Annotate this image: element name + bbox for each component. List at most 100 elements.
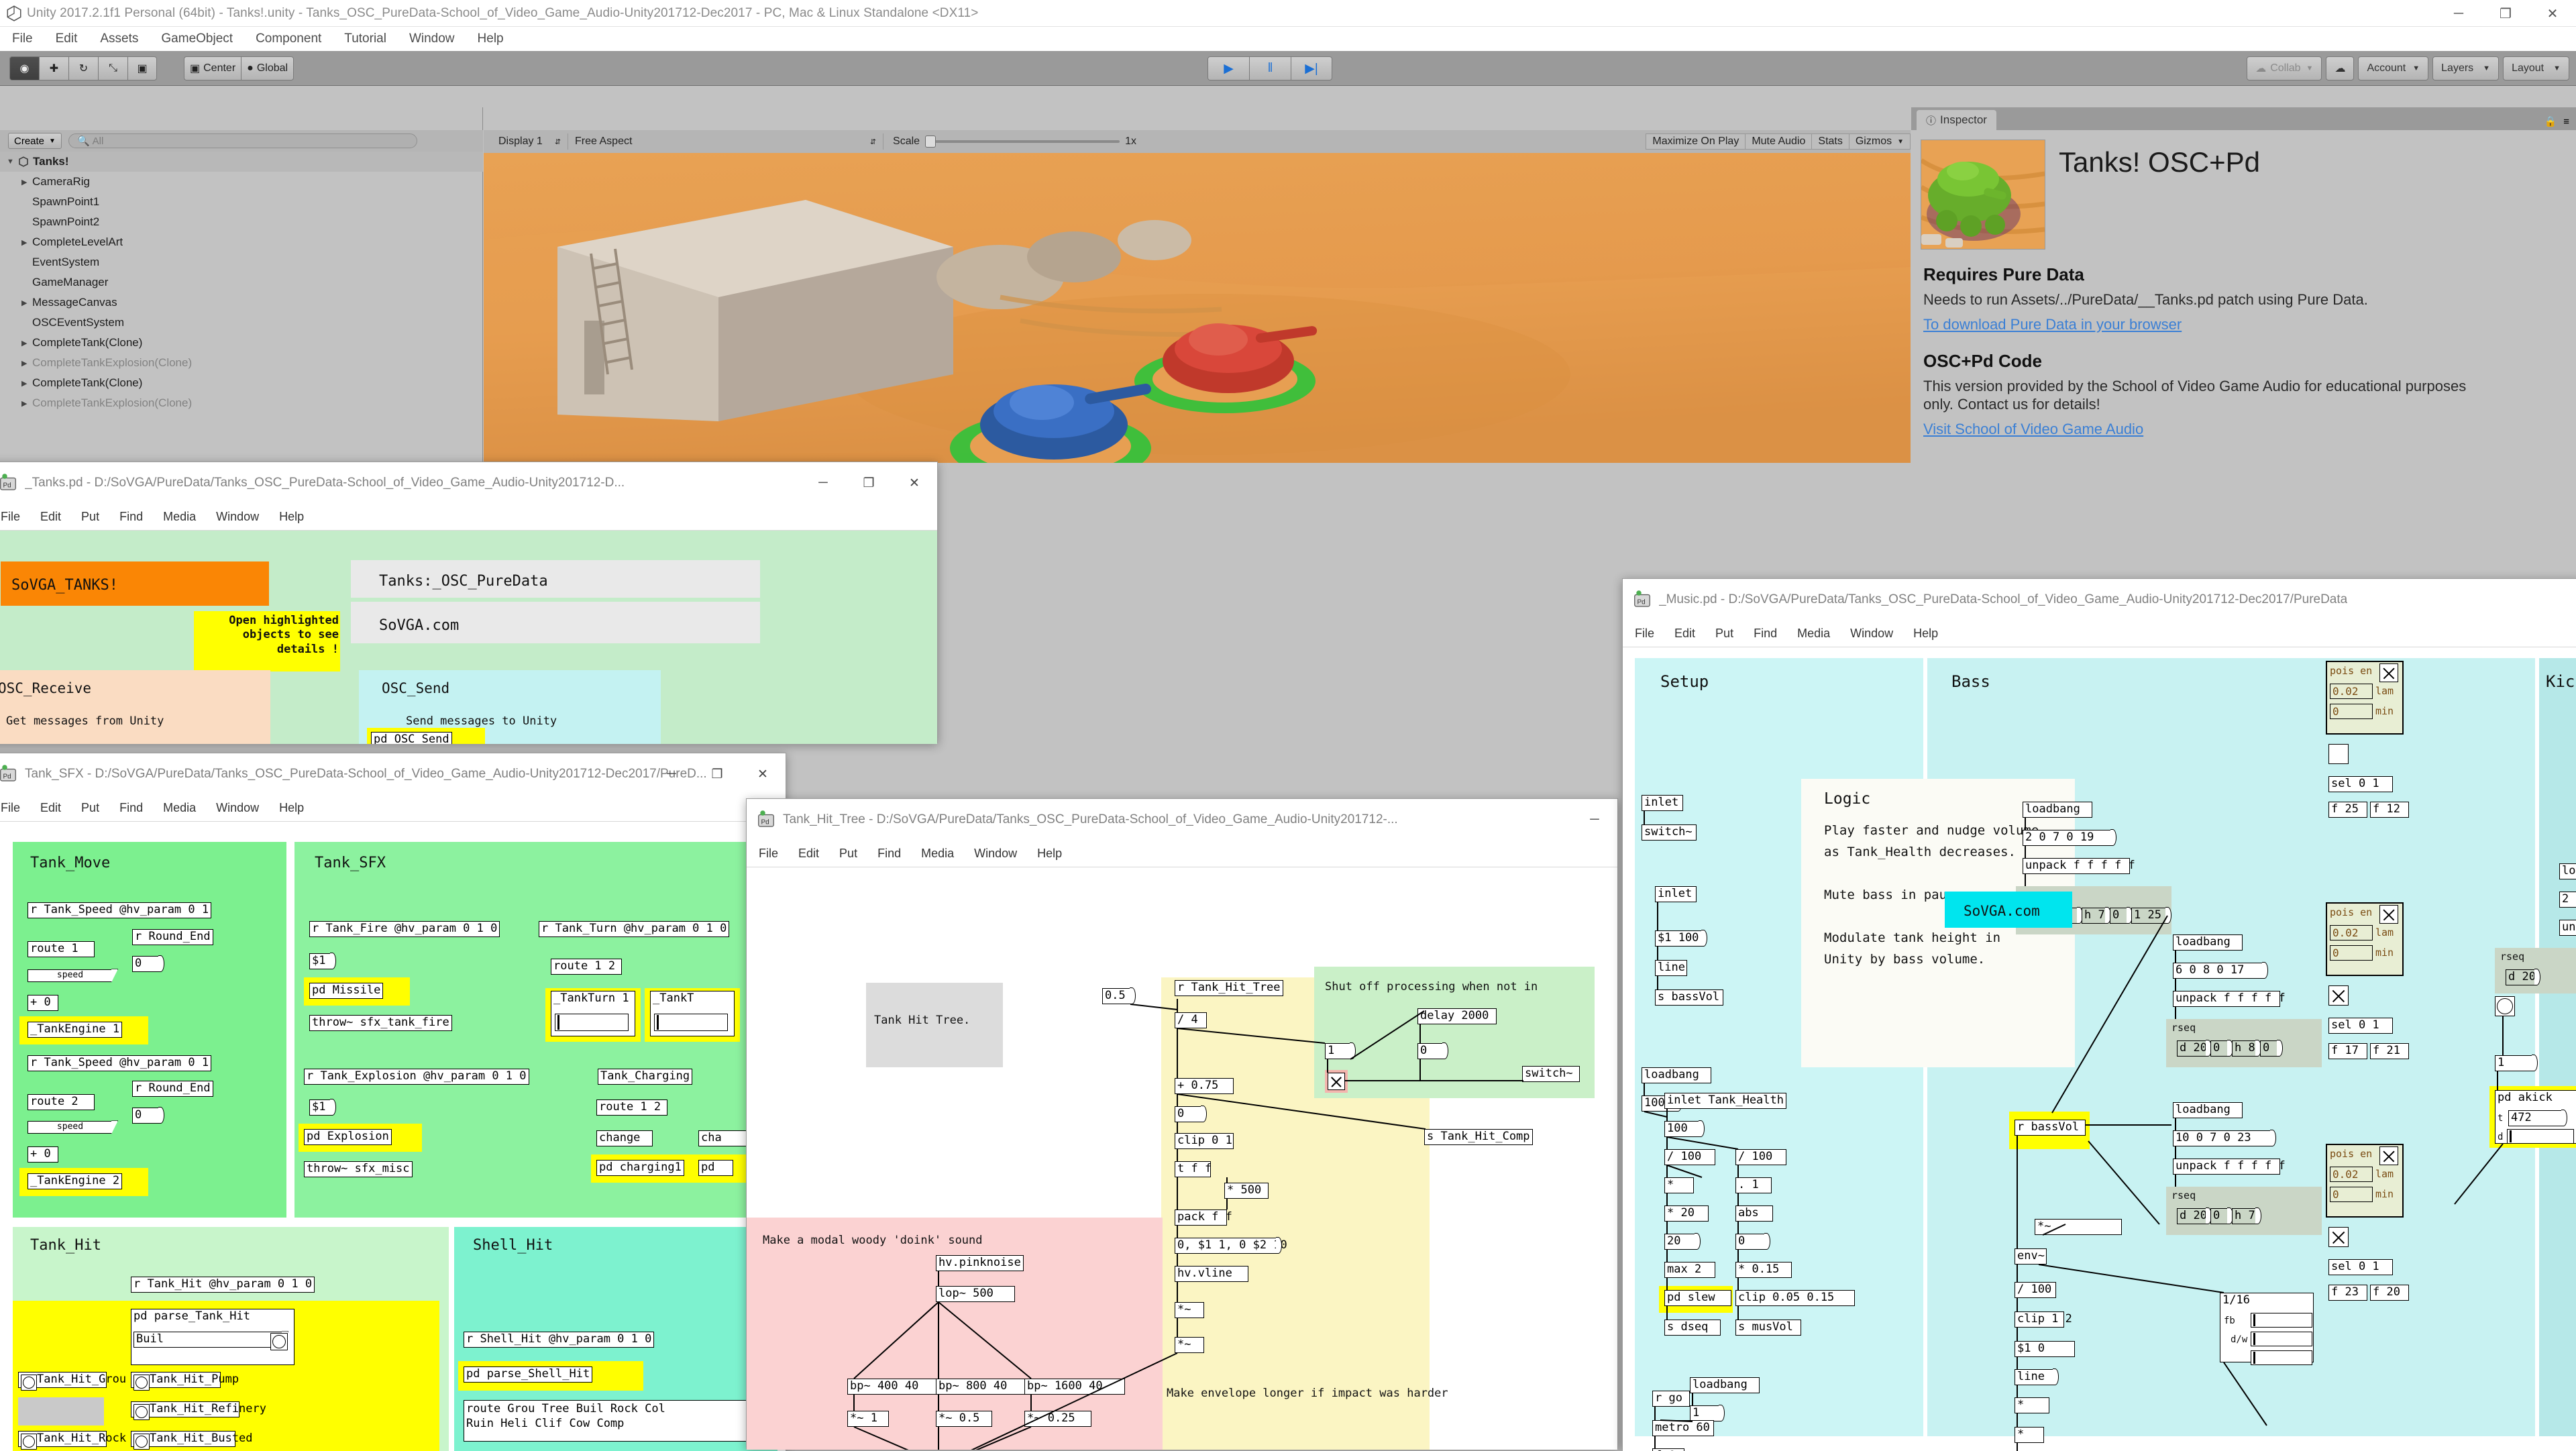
pd-menu-item-file[interactable]: File bbox=[1635, 627, 1654, 641]
create-button[interactable]: Create ▼ bbox=[8, 133, 62, 149]
obj-r-tank-turn[interactable]: r Tank_Turn @hv_param 0 1 0 bbox=[539, 921, 730, 937]
account-button[interactable]: Account ▼ bbox=[2358, 56, 2429, 80]
obj-r-round-end-2[interactable]: r Round_End bbox=[132, 1081, 213, 1097]
obj-line[interactable]: line bbox=[1655, 960, 1687, 976]
obj-plus-0-1[interactable]: + 0 bbox=[28, 995, 58, 1011]
obj-mult-025[interactable]: *~ 0.25 bbox=[1024, 1411, 1091, 1427]
obj-loadbang-tick[interactable]: loadbang bbox=[1690, 1377, 1760, 1393]
pois-lambda-number[interactable]: 0.02 bbox=[2330, 1167, 2373, 1182]
hierarchy-item[interactable]: SpawnPoint2 bbox=[0, 212, 483, 232]
close-button[interactable]: ✕ bbox=[740, 753, 786, 795]
obj-delay-2000[interactable]: delay 2000 bbox=[1417, 1008, 1497, 1024]
pd-menu-item-window[interactable]: Window bbox=[216, 801, 259, 815]
obj-f-value-2[interactable]: f 21 bbox=[2370, 1043, 2409, 1059]
atom-buil[interactable]: Buil bbox=[133, 1332, 282, 1348]
obj-clip-1-2[interactable]: $1 0 bbox=[2015, 1341, 2075, 1357]
obj-hv-pinknoise[interactable]: hv.pinknoise bbox=[936, 1255, 1024, 1271]
obj-unpack-1[interactable]: unpack f f f f f bbox=[2023, 858, 2135, 874]
obj-pd-explosion[interactable]: pd Explosion bbox=[304, 1129, 392, 1145]
display-dropdown[interactable]: Display 1 ⇵ bbox=[492, 133, 569, 150]
disclosure-triangle-icon[interactable]: ▶ bbox=[21, 359, 32, 368]
obj-pd-missile[interactable]: pd Missile bbox=[309, 983, 384, 999]
disclosure-triangle-icon[interactable]: ▶ bbox=[21, 299, 32, 307]
obj-loadbang-bass-3[interactable]: loadbang bbox=[2173, 1102, 2243, 1118]
obj-switch-tilde[interactable]: switch~ bbox=[1642, 824, 1697, 841]
pd-menu-item-help[interactable]: Help bbox=[1913, 627, 1938, 641]
pd-sfx-canvas[interactable]: Tank_Move r Tank_Speed @hv_param 0 1 r R… bbox=[0, 822, 786, 1451]
obj-pd-charging2[interactable]: pd bbox=[698, 1160, 733, 1176]
hierarchy-item[interactable]: ▶ CompleteTankExplosion(Clone) bbox=[0, 353, 483, 373]
bang-tank-hit-busted[interactable] bbox=[133, 1434, 150, 1450]
obj-pd-bass[interactable]: r bassVol bbox=[2015, 1120, 2086, 1136]
msg-dollar1-0[interactable]: line bbox=[2015, 1368, 2059, 1385]
msg-rseq-h8-2[interactable]: h 8 bbox=[2232, 1040, 2261, 1057]
transform-tool-4[interactable]: ▣ bbox=[127, 56, 157, 80]
menu-item-gameobject[interactable]: GameObject bbox=[161, 32, 233, 46]
hierarchy-item[interactable]: ▶ CompleteTank(Clone) bbox=[0, 373, 483, 393]
bang-tank-hit-grou[interactable] bbox=[21, 1375, 37, 1391]
slider-fb[interactable] bbox=[2251, 1332, 2312, 1346]
msg-rseq-h7-1[interactable]: h 7 bbox=[2082, 907, 2111, 924]
pd-menu-item-find[interactable]: Find bbox=[119, 801, 143, 815]
obj-bp-1600[interactable]: bp~ 1600 40 bbox=[1024, 1379, 1125, 1395]
pois-min-number[interactable]: 0 bbox=[2330, 1187, 2373, 1202]
obj-pack-f-f[interactable]: pack f f bbox=[1175, 1210, 1232, 1226]
layout-button[interactable]: Layout ▼ bbox=[2503, 56, 2569, 80]
obj-s-tank-hit-comp[interactable]: s Tank_Hit_Comp bbox=[1424, 1129, 1533, 1145]
pivot-button[interactable]: ▣ Center bbox=[184, 56, 241, 80]
pois-lambda-number[interactable]: 0.02 bbox=[2330, 925, 2373, 941]
obj-max-2[interactable]: max 2 bbox=[1664, 1262, 1715, 1278]
obj-s-musvol[interactable]: s musVol bbox=[1735, 1320, 1801, 1336]
msg-rseq-125-1[interactable]: 1 25 bbox=[2131, 907, 2171, 924]
minimize-button[interactable]: ─ bbox=[2435, 0, 2482, 27]
menu-item-edit[interactable]: Edit bbox=[56, 32, 78, 46]
msg-0-a[interactable]: 0 bbox=[1175, 1106, 1207, 1122]
obj-div-100-a[interactable]: / 100 bbox=[1664, 1149, 1715, 1165]
msg-0-5[interactable]: 0.5 bbox=[1102, 987, 1136, 1004]
msg-10-0-7-0-23[interactable]: 10 0 7 0 23 bbox=[2173, 1130, 2276, 1146]
tankturn2-slider[interactable] bbox=[654, 1014, 728, 1031]
obj-r-round-end-1[interactable]: r Round_End bbox=[132, 929, 213, 945]
obj-metro-60[interactable]: metro 60 bbox=[1652, 1420, 1714, 1436]
obj-plus-075[interactable]: + 0.75 bbox=[1175, 1078, 1234, 1094]
obj-mult-20[interactable]: * 20 bbox=[1664, 1205, 1709, 1222]
obj-tankengine-1[interactable]: _TankEngine 1 bbox=[28, 1022, 123, 1038]
disclosure-triangle-icon[interactable]: ▶ bbox=[21, 178, 32, 186]
obj-lop-500[interactable]: lop~ 500 bbox=[936, 1286, 1015, 1302]
pois-min-number[interactable]: 0 bbox=[2330, 945, 2373, 961]
obj-inlet-1[interactable]: inlet bbox=[1642, 795, 1683, 811]
pd-tanks-canvas[interactable]: SoVGA_TANKS! Tanks:_OSC_PureData SoVGA.c… bbox=[0, 531, 937, 744]
transform-tool-2[interactable]: ↻ bbox=[68, 56, 98, 80]
pd-menu-item-media[interactable]: Media bbox=[921, 847, 954, 861]
obj-mult-05[interactable]: *~ 0.5 bbox=[936, 1411, 992, 1427]
pois-toggle[interactable] bbox=[2379, 905, 2398, 924]
inspector-section-link[interactable]: Visit School of Video Game Audio bbox=[1923, 421, 2143, 438]
disclosure-triangle-icon[interactable]: ▶ bbox=[21, 379, 32, 388]
toggle-switch[interactable] bbox=[1328, 1073, 1345, 1090]
menu-item-component[interactable]: Component bbox=[256, 32, 321, 46]
obj-mult-sig-1[interactable]: *~ bbox=[1175, 1302, 1204, 1318]
msg-rseq-20-kick[interactable]: d 20 bbox=[2506, 969, 2540, 985]
lock-icon[interactable]: 🔒 bbox=[2544, 115, 2557, 127]
obj-f-value-1[interactable]: f 17 bbox=[2328, 1043, 2367, 1059]
pd-menu-item-file[interactable]: File bbox=[1, 801, 20, 815]
obj-r-tank-explosion[interactable]: r Tank_Explosion @hv_param 0 1 0 bbox=[304, 1069, 529, 1085]
menu-item-help[interactable]: Help bbox=[478, 32, 504, 46]
obj-minus-1[interactable]: . 1 bbox=[1735, 1177, 1772, 1193]
obj-mult-tilde[interactable]: env~ bbox=[2015, 1248, 2047, 1265]
scale-slider-knob[interactable] bbox=[925, 136, 936, 148]
tankturn1-slider[interactable] bbox=[555, 1014, 629, 1031]
obj-f-value-1[interactable]: f 23 bbox=[2328, 1285, 2367, 1301]
pd-menu-item-media[interactable]: Media bbox=[163, 801, 196, 815]
pois-output-toggle[interactable] bbox=[2328, 1227, 2349, 1247]
pd-menu-item-file[interactable]: File bbox=[1, 510, 20, 524]
obj-loadbang-bass-1[interactable]: loadbang bbox=[2023, 802, 2092, 818]
pd-menu-item-find[interactable]: Find bbox=[119, 510, 143, 524]
pois-output-toggle[interactable] bbox=[2328, 985, 2349, 1006]
stats-button[interactable]: Stats bbox=[1811, 133, 1849, 150]
pd-menu-item-put[interactable]: Put bbox=[1715, 627, 1733, 641]
cloud-button[interactable]: ☁ bbox=[2326, 56, 2355, 80]
step-button[interactable]: ▶| bbox=[1291, 56, 1332, 80]
obj-env[interactable]: / 100 bbox=[2015, 1282, 2056, 1298]
msg-zero-tree[interactable]: 0 bbox=[1417, 1042, 1448, 1059]
